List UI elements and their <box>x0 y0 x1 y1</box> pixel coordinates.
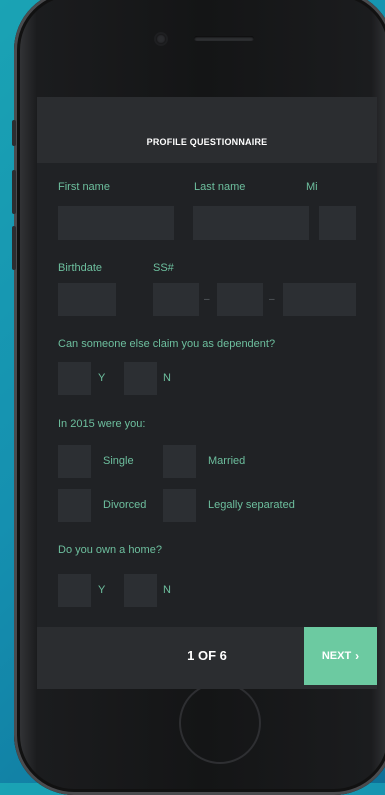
status-separated-label: Legally separated <box>208 499 295 511</box>
last-name-label: Last name <box>194 181 246 193</box>
home-no-checkbox[interactable] <box>124 574 157 607</box>
ssn-part3-input[interactable] <box>283 283 356 316</box>
status-question: In 2015 were you: <box>58 418 146 430</box>
home-question: Do you own a home? <box>58 544 162 556</box>
page-indicator: 1 OF 6 <box>187 648 227 663</box>
dependent-yes-label: Y <box>98 372 106 384</box>
dependent-yes-checkbox[interactable] <box>58 362 91 395</box>
volume-down-button <box>12 226 16 270</box>
earpiece-speaker <box>194 36 254 41</box>
status-married-label: Married <box>208 455 246 467</box>
app-screen: PROFILE QUESTIONNAIRE First name Last na… <box>37 97 377 689</box>
ssn-part1-input[interactable] <box>153 283 199 316</box>
ssn-separator: – <box>204 294 210 305</box>
middle-initial-input[interactable] <box>319 206 356 240</box>
ssn-label: SS# <box>153 262 174 274</box>
next-button[interactable]: NEXT › <box>304 627 377 685</box>
birthdate-label: Birthdate <box>58 262 103 274</box>
last-name-input[interactable] <box>193 206 309 240</box>
home-yes-checkbox[interactable] <box>58 574 91 607</box>
ssn-separator: – <box>269 294 275 305</box>
birthdate-input[interactable] <box>58 283 116 316</box>
home-yes-label: Y <box>98 584 106 596</box>
footer-bar: 1 OF 6 NEXT › <box>37 627 377 689</box>
first-name-label: First name <box>58 181 110 193</box>
status-single-checkbox[interactable] <box>58 445 91 478</box>
front-camera <box>156 34 166 44</box>
status-married-checkbox[interactable] <box>163 445 196 478</box>
chevron-right-icon: › <box>355 649 360 663</box>
dependent-no-label: N <box>163 372 171 384</box>
dependent-question: Can someone else claim you as dependent? <box>58 338 276 350</box>
ssn-part2-input[interactable] <box>217 283 263 316</box>
home-button[interactable] <box>179 682 261 764</box>
home-no-label: N <box>163 584 171 596</box>
app-header: PROFILE QUESTIONNAIRE <box>37 97 377 163</box>
status-single-label: Single <box>103 455 134 467</box>
mute-switch <box>12 120 16 146</box>
next-button-label: NEXT <box>321 650 352 662</box>
status-divorced-label: Divorced <box>103 499 147 511</box>
dependent-no-checkbox[interactable] <box>124 362 157 395</box>
status-divorced-checkbox[interactable] <box>58 489 91 522</box>
first-name-input[interactable] <box>58 206 174 240</box>
middle-initial-label: Mi <box>306 181 318 193</box>
status-separated-checkbox[interactable] <box>163 489 196 522</box>
volume-up-button <box>12 170 16 214</box>
page-title: PROFILE QUESTIONNAIRE <box>146 137 268 147</box>
